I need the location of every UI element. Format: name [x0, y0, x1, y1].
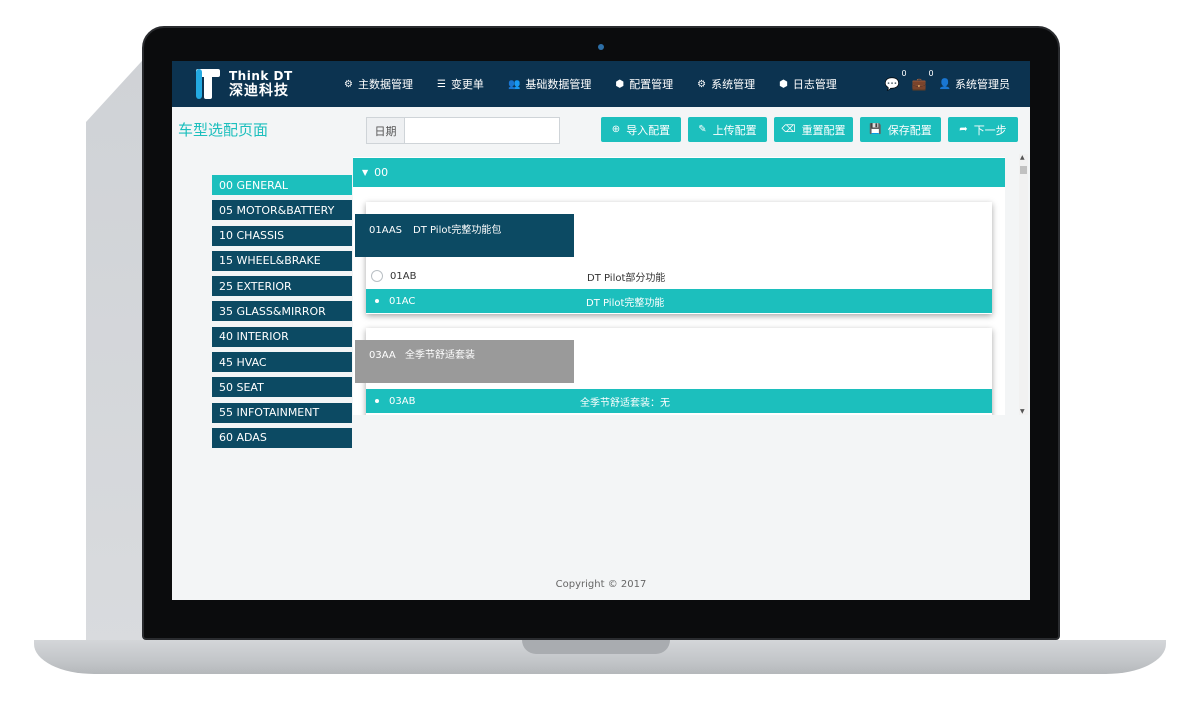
cube-icon: ⬢: [779, 78, 788, 90]
section-header[interactable]: ▼ 00: [353, 158, 1005, 187]
page-title: 车型选配页面: [178, 121, 269, 139]
user-name: 系统管理员: [955, 78, 1010, 91]
option-group-desc: DT Pilot完整功能包: [413, 225, 502, 236]
share-icon: ➦: [959, 124, 968, 135]
option-group-tag: 03AA 全季节舒适套装: [355, 340, 574, 383]
category-hvac[interactable]: 45 HVAC: [212, 352, 352, 373]
cogs-icon: ⚙: [697, 78, 707, 90]
date-input[interactable]: [405, 118, 559, 143]
option-row-selected[interactable]: 01AC DT Pilot完整功能: [366, 289, 992, 313]
scroll-up-icon[interactable]: ▲: [1020, 154, 1025, 161]
nav-item-config[interactable]: ⬢ 配置管理: [615, 76, 673, 92]
nav-item-base-data[interactable]: 👥 基础数据管理: [508, 76, 591, 92]
category-seat[interactable]: 50 SEAT: [212, 377, 352, 398]
radio-button[interactable]: [371, 270, 383, 282]
category-motor-battery[interactable]: 05 MOTOR&BATTERY: [212, 200, 352, 221]
panel-scrollbar[interactable]: ▲ ▼: [1019, 154, 1028, 415]
brand-name-en: Think DT: [229, 69, 293, 83]
toolbar: ⊕ 导入配置 ✎ 上传配置 ⌫ 重置配置 💾 保存配置 ➦ 下一步: [601, 117, 1025, 142]
button-label: 下一步: [973, 123, 1007, 137]
category-interior[interactable]: 40 INTERIOR: [212, 326, 352, 347]
option-card: 01AAS DT Pilot完整功能包 01AB DT Pilot部分功能 01…: [355, 202, 992, 314]
category-glass-mirror[interactable]: 35 GLASS&MIRROR: [212, 301, 352, 322]
category-exterior[interactable]: 25 EXTERIOR: [212, 276, 352, 297]
category-adas[interactable]: 60 ADAS: [212, 427, 352, 448]
button-label: 导入配置: [626, 123, 671, 137]
category-chassis[interactable]: 10 CHASSIS: [212, 225, 352, 246]
footer-copyright: Copyright © 2017: [555, 579, 647, 590]
list-icon: ☰: [436, 78, 446, 90]
option-group-desc: 全季节舒适套装: [405, 350, 475, 361]
date-label: 日期: [367, 118, 405, 143]
nav-item-master-data[interactable]: ⚙ 主数据管理: [344, 76, 413, 92]
scroll-thumb[interactable]: [1020, 166, 1027, 174]
category-list: 00 GENERAL 05 MOTOR&BATTERY 10 CHASSIS 1…: [212, 175, 352, 453]
brand-name-cn: 深迪科技: [229, 83, 289, 99]
category-general[interactable]: 00 GENERAL: [212, 175, 352, 195]
nav-item-label: 系统管理: [711, 78, 756, 91]
option-group-code: 01AAS: [369, 225, 403, 236]
reset-config-button[interactable]: ⌫ 重置配置: [774, 117, 853, 142]
nav-item-logs[interactable]: ⬢ 日志管理: [779, 76, 837, 92]
option-group-tag: 01AAS DT Pilot完整功能包: [355, 214, 574, 257]
caret-down-icon: ▼: [362, 168, 369, 177]
nav-item-label: 基础数据管理: [525, 78, 592, 91]
laptop-notch: [522, 640, 670, 654]
save-icon: 💾: [869, 124, 882, 135]
messages-count: 0: [901, 69, 907, 78]
option-code: 01AC: [389, 295, 416, 307]
screen: Think DT 深迪科技 ⚙ 主数据管理 ☰ 变更单 👥 基础数据管理 ⬢ 配…: [172, 61, 1030, 600]
user-menu[interactable]: 👤 系统管理员: [939, 76, 1010, 92]
nav-item-label: 日志管理: [792, 78, 837, 91]
tasks-count: 0: [928, 69, 934, 78]
brand-t-icon: [196, 69, 220, 99]
import-icon: ⊕: [611, 124, 621, 135]
user-area: 💬 0 💼 0 👤 系统管理员: [885, 61, 1010, 107]
next-step-button[interactable]: ➦ 下一步: [948, 117, 1018, 142]
camera-dot: [598, 44, 604, 50]
upload-config-button[interactable]: ✎ 上传配置: [688, 117, 767, 142]
comment-icon: 💬: [884, 77, 900, 91]
category-wheel-brake[interactable]: 15 WHEEL&BRAKE: [212, 250, 352, 271]
brand-logo[interactable]: Think DT 深迪科技: [196, 69, 293, 99]
top-navbar: Think DT 深迪科技 ⚙ 主数据管理 ☰ 变更单 👥 基础数据管理 ⬢ 配…: [172, 61, 1030, 107]
category-infotainment[interactable]: 55 INFOTAINMENT: [212, 402, 352, 423]
tasks-button[interactable]: 💼 0: [911, 69, 934, 91]
user-icon: 👤: [938, 78, 951, 90]
save-config-button[interactable]: 💾 保存配置: [860, 117, 941, 142]
main-menu: ⚙ 主数据管理 ☰ 变更单 👥 基础数据管理 ⬢ 配置管理 ⚙ 系统管理 ⬢ 日…: [344, 61, 861, 107]
scroll-down-icon[interactable]: ▼: [1020, 408, 1025, 415]
cube-icon: ⬢: [615, 78, 625, 90]
nav-item-label: 变更单: [450, 78, 484, 91]
option-code: 03AB: [389, 395, 416, 407]
option-desc: DT Pilot完整功能: [586, 297, 665, 309]
briefcase-icon: 💼: [911, 77, 927, 91]
option-card: 03AA 全季节舒适套装 03AB 全季节舒适套装：无: [355, 328, 992, 415]
option-code: 01AB: [390, 270, 417, 282]
radio-selected-dot[interactable]: [375, 399, 379, 403]
option-row[interactable]: 01AB DT Pilot部分功能: [366, 264, 992, 288]
section-label: 00: [374, 166, 389, 179]
option-desc: 全季节舒适套装：无: [580, 397, 670, 409]
button-label: 重置配置: [801, 123, 846, 137]
users-icon: 👥: [507, 78, 521, 90]
option-group-code: 03AA: [369, 350, 396, 361]
sitemap-icon: ⚙: [344, 78, 353, 90]
radio-selected-dot[interactable]: [375, 299, 379, 303]
config-panel: ▼ 00 01AAS DT Pilot完整功能包 01AB DT Pilot部分…: [353, 157, 1005, 415]
date-field: 日期: [366, 117, 560, 144]
nav-item-label: 主数据管理: [357, 78, 413, 91]
edit-icon: ✎: [698, 124, 707, 135]
nav-item-system[interactable]: ⚙ 系统管理: [697, 76, 755, 92]
button-label: 上传配置: [712, 123, 757, 137]
eraser-icon: ⌫: [781, 124, 796, 135]
option-desc: DT Pilot部分功能: [587, 272, 666, 284]
nav-item-label: 配置管理: [629, 78, 674, 91]
button-label: 保存配置: [887, 123, 932, 137]
nav-item-change-order[interactable]: ☰ 变更单: [437, 76, 484, 92]
messages-button[interactable]: 💬 0: [884, 69, 907, 91]
option-row-selected[interactable]: 03AB 全季节舒适套装：无: [366, 389, 992, 413]
import-config-button[interactable]: ⊕ 导入配置: [601, 117, 681, 142]
